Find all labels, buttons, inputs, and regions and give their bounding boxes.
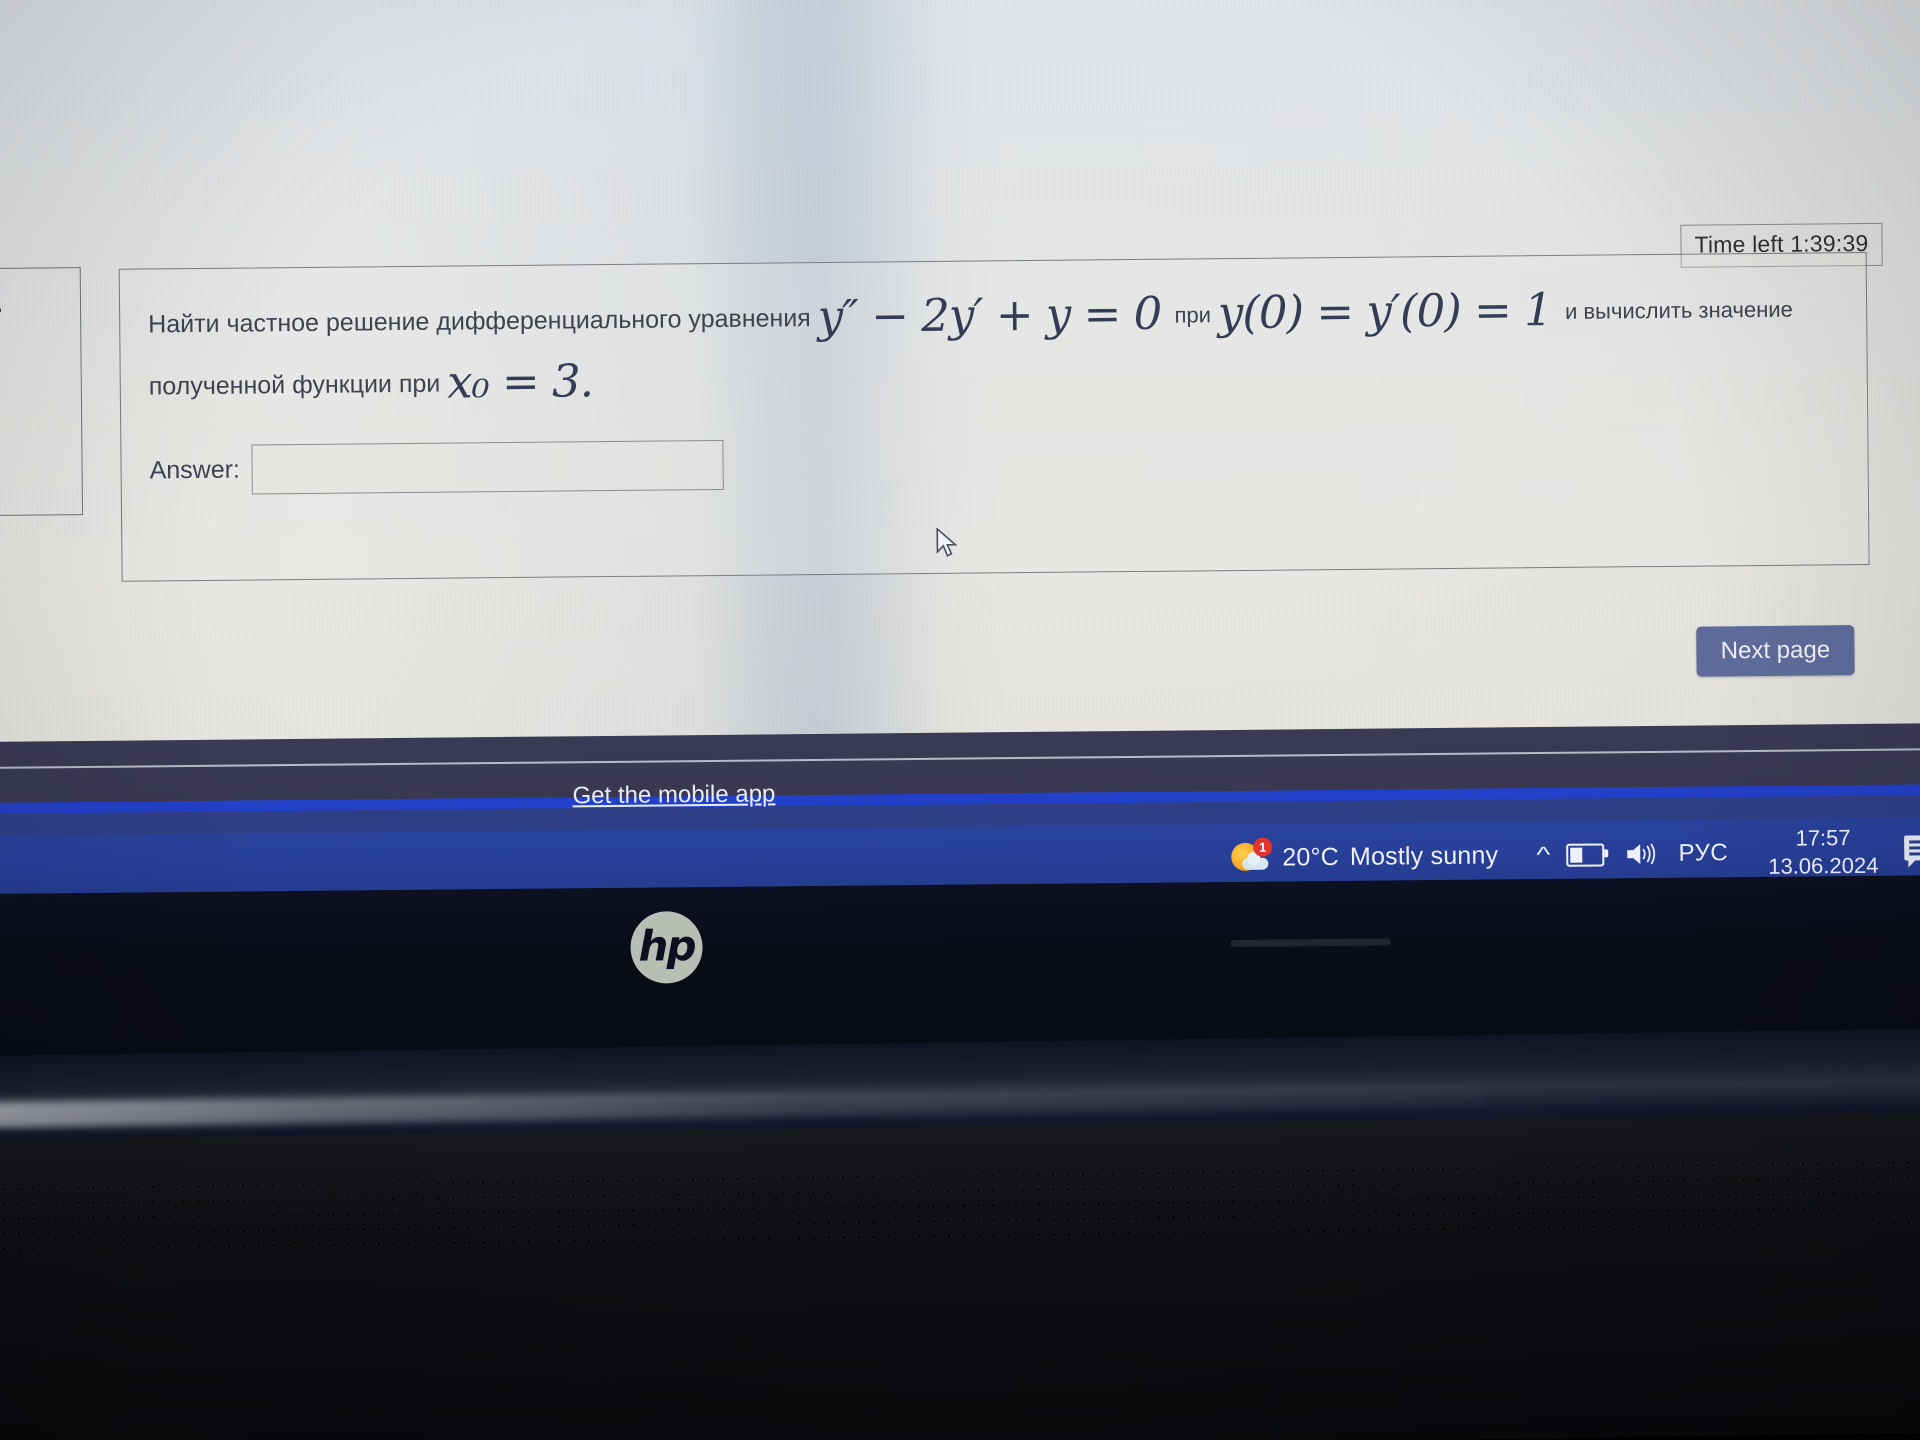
x0-condition: x₀ = 3. (446, 354, 594, 409)
answer-label: Answer: (149, 455, 241, 484)
sun-cloud-icon: 1 (1231, 837, 1273, 875)
initial-conditions: y(0) = y′(0) = 1 (1217, 283, 1552, 340)
language-indicator[interactable]: РУС (1678, 839, 1728, 867)
clock[interactable]: 17:57 13.06.2024 (1768, 824, 1879, 881)
question-text: Найти частное решение дифференциального … (148, 277, 1849, 416)
question-text-part1: Найти частное решение дифференциального … (148, 304, 811, 339)
moodle-quiz-page: Time left 1:39:39 1 и ut of Найти частно… (0, 0, 1920, 760)
question-info-block: 1 и ut of (0, 267, 84, 517)
laptop-photo: Time left 1:39:39 1 и ut of Найти частно… (0, 0, 1920, 1440)
question-text-part2: и вычислить значение (1564, 296, 1793, 324)
weather-temperature: 20°C (1282, 842, 1340, 871)
get-mobile-app-link[interactable]: Get the mobile app (572, 780, 775, 810)
hp-logo-icon: hp (630, 911, 703, 984)
speaker-icon[interactable] (1624, 841, 1656, 867)
answer-input[interactable] (251, 439, 725, 495)
footer-divider (0, 748, 1920, 769)
weather-widget[interactable]: 1 20°C Mostly sunny (1231, 837, 1499, 875)
question-card: Найти частное решение дифференциального … (118, 251, 1870, 582)
chevron-up-icon[interactable]: ^ (1536, 842, 1550, 868)
laptop-body-base (0, 1112, 1920, 1440)
notification-tail (1908, 858, 1918, 868)
answer-row: Answer: (149, 439, 725, 496)
clock-time: 17:57 (1795, 825, 1851, 851)
battery-icon[interactable] (1566, 842, 1605, 867)
notification-icon[interactable]: 1 (1904, 833, 1920, 869)
notification-sheet (1904, 835, 1920, 861)
body-sheen (0, 1112, 1920, 1440)
hp-logo-text: hp (638, 920, 695, 971)
bezel-slot (1230, 938, 1391, 947)
laptop-screen: Time left 1:39:39 1 и ut of Найти частно… (0, 0, 1920, 760)
question-text-part3: полученной функции при (148, 369, 441, 401)
cloud-icon (1242, 857, 1269, 870)
weather-condition: Mostly sunny (1349, 840, 1499, 871)
weather-badge: 1 (1253, 837, 1273, 857)
next-page-button[interactable]: Next page (1696, 625, 1855, 677)
question-number: 1 (0, 283, 2, 320)
connector-word: при (1174, 302, 1212, 328)
hinge-gloss (0, 1081, 1481, 1128)
differential-equation: y″ − 2y′ + y = 0 (817, 286, 1162, 344)
mouse-cursor-icon (936, 527, 958, 557)
